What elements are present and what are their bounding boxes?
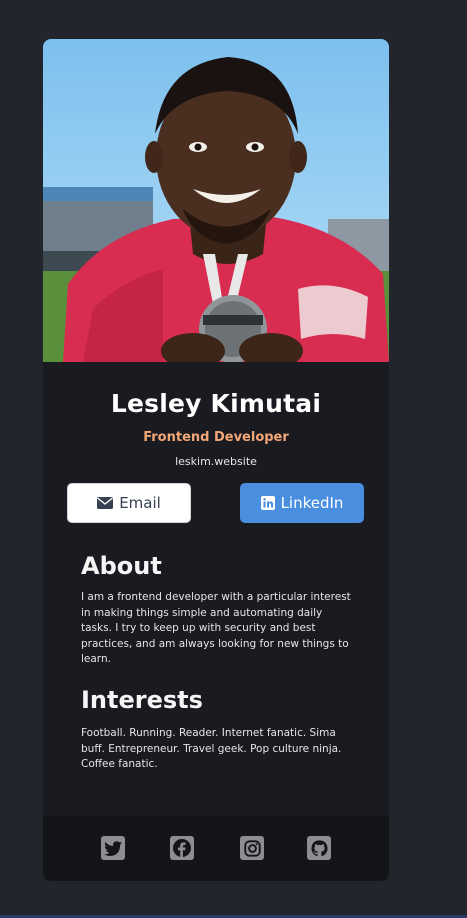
profile-name: Lesley Kimutai [110,389,322,418]
interests-text: Football. Running. Reader. Internet fana… [81,727,342,770]
about-text: I am a frontend developer with a particu… [81,591,351,665]
profile-photo [43,39,389,362]
profile-website[interactable]: leskim.website [43,455,389,468]
profile-role: Frontend Developer [143,430,289,445]
email-button[interactable]: Email [67,483,191,523]
email-button-label: Email [119,494,161,512]
github-icon[interactable] [307,836,331,860]
twitter-icon[interactable] [101,836,125,860]
social-footer [43,816,389,881]
envelope-icon [97,497,114,509]
facebook-icon[interactable] [170,836,194,860]
interests-heading: Interests [81,686,203,714]
instagram-icon[interactable] [240,836,264,860]
about-heading: About [81,552,162,580]
profile-card: Lesley Kimutai Frontend Developer leskim… [43,39,389,881]
linkedin-button-label: LinkedIn [280,494,344,512]
linkedin-button[interactable]: LinkedIn [240,483,364,523]
linkedin-icon [260,496,275,510]
